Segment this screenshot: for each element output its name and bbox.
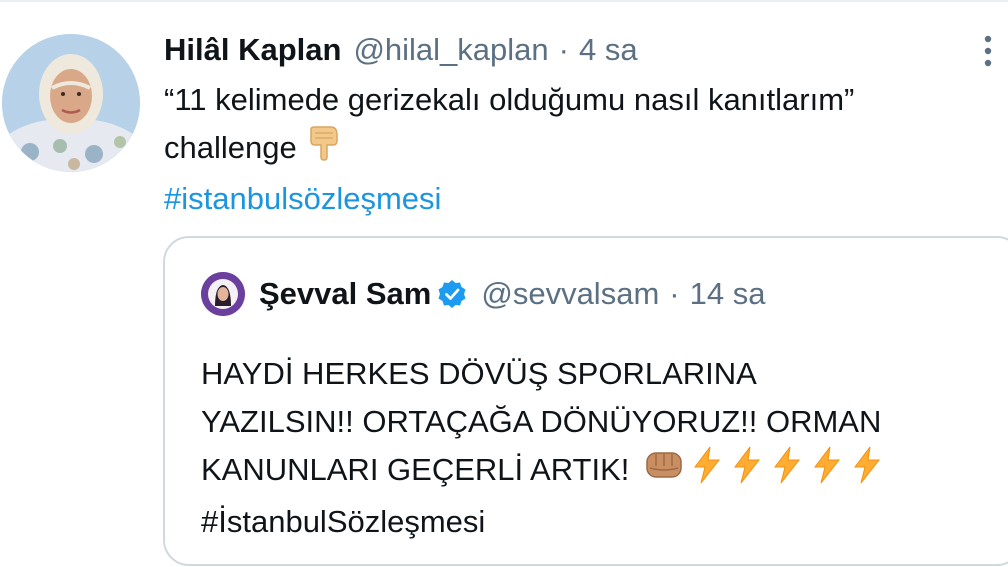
quote-header: Şevval Sam @sevvalsam · 14 sa <box>259 272 765 316</box>
author-handle[interactable]: @hilal_kaplan <box>353 32 548 68</box>
tweet-text-line-2: challenge <box>164 124 994 175</box>
quote-text-line-2: YAZILSIN!! ORTAÇAĞA DÖNÜYORUZ!! ORMAN <box>201 404 882 439</box>
author-avatar[interactable] <box>2 34 140 172</box>
avatar-image <box>2 34 140 172</box>
quote-separator-dot: · <box>669 276 680 311</box>
quoted-tweet-card[interactable]: Şevval Sam @sevvalsam · 14 sa HAYDİ HERK… <box>163 236 1008 566</box>
high-voltage-emoji-icon <box>850 446 884 498</box>
high-voltage-emoji-icon <box>770 446 804 498</box>
quote-time[interactable]: 14 sa <box>690 276 766 312</box>
high-voltage-emoji-icon <box>810 446 844 498</box>
more-vertical-icon[interactable] <box>978 33 998 69</box>
verified-badge-icon <box>437 279 467 309</box>
tweet-screen: Hilâl Kaplan @hilal_kaplan · 4 sa “11 ke… <box>0 0 1008 567</box>
quote-hashtag: #İstanbulSözleşmesi <box>201 504 486 539</box>
high-voltage-emoji-icon <box>730 446 764 498</box>
high-voltage-emoji-icon <box>690 446 724 498</box>
tweet-text-challenge: challenge <box>164 130 297 165</box>
quote-author-name[interactable]: Şevval Sam <box>259 276 431 312</box>
separator-dot: · <box>558 32 569 67</box>
author-name[interactable]: Hilâl Kaplan <box>164 32 341 68</box>
quote-text-line-1: HAYDİ HERKES DÖVÜŞ SPORLARINA <box>201 356 757 391</box>
quote-text: HAYDİ HERKES DÖVÜŞ SPORLARINA YAZILSIN!!… <box>201 350 1001 546</box>
tweet-text-line-1: “11 kelimede gerizekalı olduğumu nasıl k… <box>164 82 855 117</box>
oncoming-fist-emoji-icon <box>644 448 684 496</box>
pointing-down-emoji-icon <box>307 125 341 175</box>
quote-author-handle[interactable]: @sevvalsam <box>481 276 659 312</box>
quote-text-line-3-text: KANUNLARI GEÇERLİ ARTIK! <box>201 452 630 488</box>
tweet-hashtag-link[interactable]: #istanbulsözleşmesi <box>164 175 994 223</box>
quote-text-line-3: KANUNLARI GEÇERLİ ARTIK! <box>201 446 1001 498</box>
divider <box>0 0 1008 2</box>
tweet-header: Hilâl Kaplan @hilal_kaplan · 4 sa <box>164 28 638 72</box>
quote-author-avatar[interactable] <box>201 272 245 316</box>
tweet-time[interactable]: 4 sa <box>579 32 638 68</box>
tweet-text: “11 kelimede gerizekalı olduğumu nasıl k… <box>164 76 994 223</box>
quote-avatar-image <box>201 272 245 316</box>
